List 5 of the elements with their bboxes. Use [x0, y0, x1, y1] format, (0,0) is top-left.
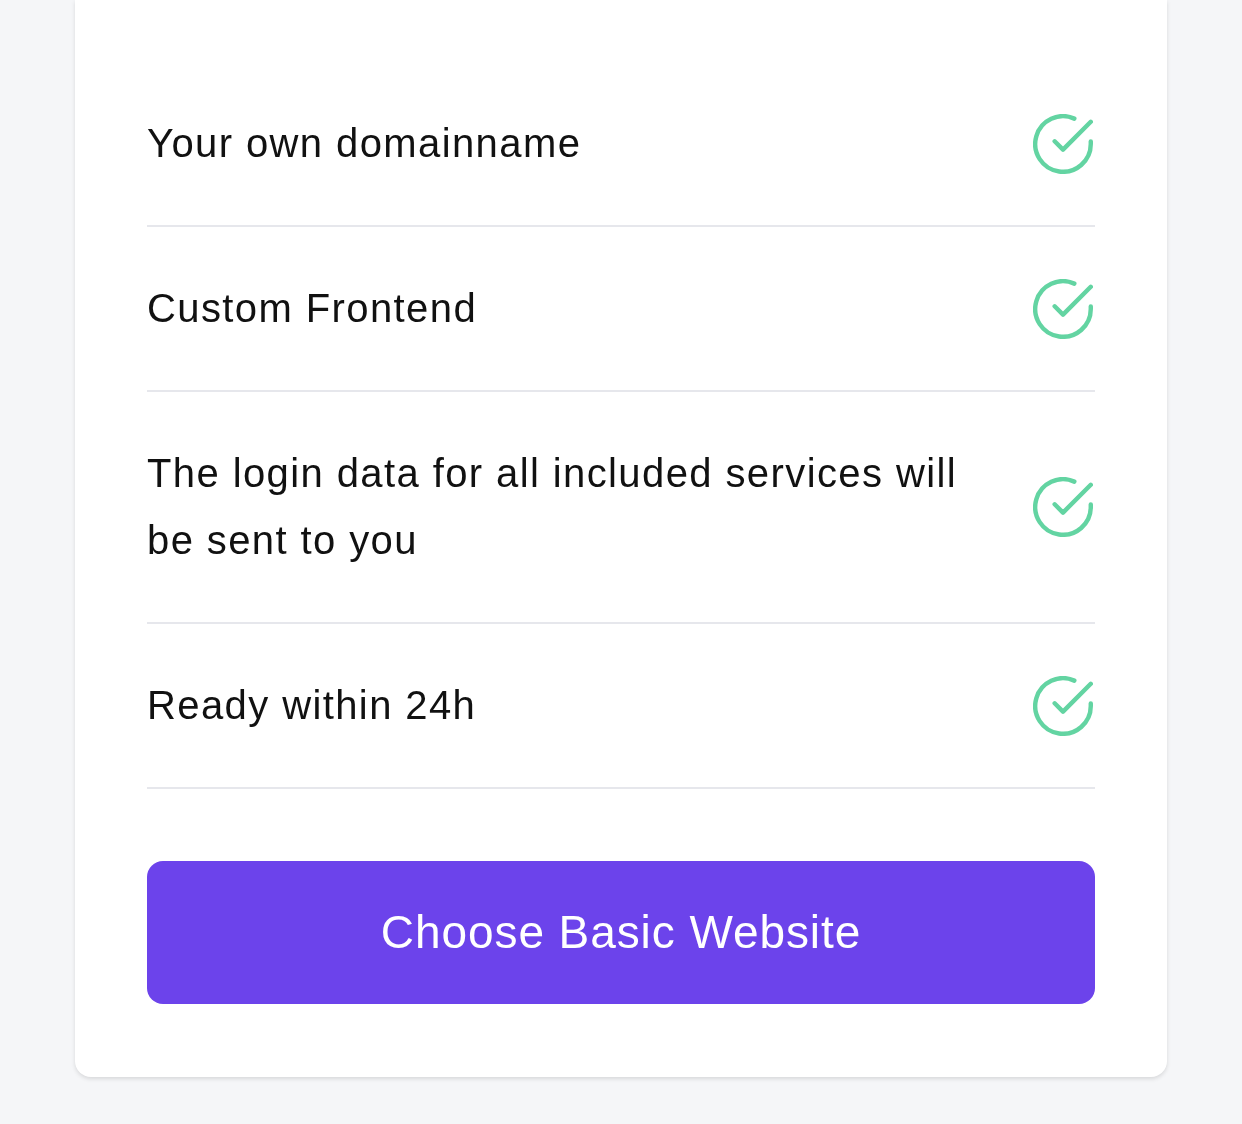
- choose-button[interactable]: Choose Basic Website: [147, 861, 1095, 1004]
- feature-label: The login data for all included services will be sent to you: [147, 450, 959, 564]
- feature-label: Your own domainname: [147, 120, 583, 167]
- feature-label: Ready within 24h: [147, 682, 478, 729]
- feature-label: Custom Frontend: [147, 285, 479, 332]
